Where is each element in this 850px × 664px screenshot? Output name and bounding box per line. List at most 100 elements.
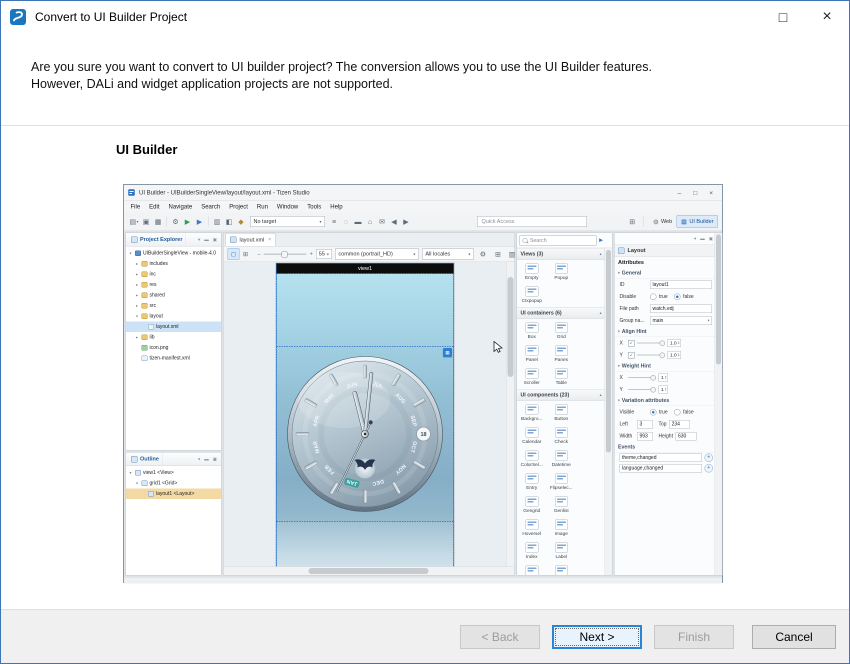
- menu-tools[interactable]: Tools: [303, 203, 326, 210]
- tree-item-src[interactable]: ▸src: [126, 301, 221, 312]
- group-events[interactable]: Events: [615, 442, 716, 453]
- file-path-field[interactable]: watch.edj: [650, 304, 712, 313]
- palette-item-index[interactable]: Index: [517, 540, 547, 563]
- tab-layout-xml[interactable]: layout.xml ×: [226, 233, 276, 246]
- tree-item-tizen-manifest-xml[interactable]: tizen-manifest.xml: [126, 353, 221, 364]
- id-field[interactable]: layout1: [650, 280, 712, 289]
- spin-down-icon[interactable]: ▾: [678, 343, 679, 345]
- group-align-hint[interactable]: ▾ Align Hint: [615, 327, 716, 338]
- editor-settings-icon[interactable]: ⚙: [477, 248, 489, 260]
- mail-icon[interactable]: ✉: [376, 216, 388, 228]
- menu-search[interactable]: Search: [197, 203, 225, 210]
- grid-cell-watch[interactable]: JANFEBMARAPRMAYJUNJULAUGSEPOCTNOVDEC: [277, 347, 454, 522]
- view-menu-icon[interactable]: ▾: [198, 456, 200, 462]
- tree-item-lib[interactable]: ▸lib: [126, 332, 221, 343]
- target-combo[interactable]: No target ▾: [250, 216, 325, 227]
- disable-false-radio[interactable]: [674, 293, 681, 300]
- tree-expander-icon[interactable]: ▸: [135, 262, 140, 267]
- tree-expander-icon[interactable]: ▾: [135, 314, 140, 319]
- palette-item-gengrid[interactable]: Gengrid: [517, 494, 547, 517]
- tree-item-includes[interactable]: ▸includes: [126, 259, 221, 270]
- zoom-slider-thumb[interactable]: [282, 252, 288, 258]
- palette-item-entry[interactable]: Entry: [517, 471, 547, 494]
- tree-item-layout-xml[interactable]: layout.xml: [126, 322, 221, 333]
- align-y-checkbox[interactable]: ✓: [628, 352, 635, 359]
- group-variation[interactable]: ▾ Variation attributes: [615, 396, 716, 407]
- weight-x-value[interactable]: 1 ▴▾: [659, 374, 668, 382]
- resolution-combo[interactable]: common (portrait_HD) ▾: [335, 249, 419, 260]
- palette-item-panes[interactable]: Panes: [547, 343, 577, 366]
- menu-file[interactable]: File: [126, 203, 145, 210]
- app-minimize-icon[interactable]: –: [678, 189, 682, 197]
- zoom-value[interactable]: 55 ▾: [316, 249, 332, 259]
- close-icon[interactable]: ×: [805, 1, 849, 33]
- palette-item-datetime[interactable]: Datetime: [547, 448, 577, 471]
- minimize-view-icon[interactable]: ▬: [204, 237, 209, 243]
- maximize-view-icon[interactable]: ▣: [213, 456, 217, 462]
- weight-y-slider[interactable]: [628, 386, 656, 393]
- app-close-icon[interactable]: ×: [709, 189, 713, 197]
- remote-explorer-icon[interactable]: ≡: [328, 216, 340, 228]
- align-y-slider[interactable]: [637, 352, 665, 359]
- scrollbar-thumb[interactable]: [508, 277, 514, 377]
- tree-item-inc[interactable]: ▸inc: [126, 269, 221, 280]
- properties-scrollbar[interactable]: [715, 233, 723, 575]
- zoom-in-icon[interactable]: +: [310, 251, 313, 257]
- palette-item-check[interactable]: Check: [547, 425, 577, 448]
- grid-layout-toggle-icon[interactable]: ⊞: [240, 248, 252, 260]
- menu-edit[interactable]: Edit: [145, 203, 164, 210]
- cancel-button[interactable]: Cancel: [752, 625, 836, 649]
- build-icon[interactable]: ⚙: [170, 216, 182, 228]
- palette-item-panel[interactable]: Panel: [517, 343, 547, 366]
- tree-item-icon-png[interactable]: icon.png: [126, 343, 221, 354]
- palette-item-ctxpopup[interactable]: Ctxpopup: [517, 284, 547, 307]
- certificate-manager-icon[interactable]: ◆: [235, 216, 247, 228]
- save-all-icon[interactable]: ▦: [152, 216, 164, 228]
- locale-combo[interactable]: All locales ▾: [422, 249, 474, 260]
- app-maximize-icon[interactable]: □: [693, 189, 697, 197]
- palette-scrollbar[interactable]: [605, 248, 613, 575]
- palette-item-scroller[interactable]: Scroller: [517, 366, 547, 389]
- palette-item-backgro[interactable]: Backgro...: [517, 402, 547, 425]
- palette-item-empty[interactable]: Empty: [517, 261, 547, 284]
- group-general[interactable]: ▾ General: [615, 268, 716, 279]
- forward-nav-icon[interactable]: ▶: [400, 216, 412, 228]
- height-field[interactable]: 630: [675, 432, 696, 441]
- maximize-view-icon[interactable]: ▣: [213, 237, 217, 243]
- align-x-slider[interactable]: [637, 340, 665, 347]
- device-manager-icon[interactable]: ▥: [211, 216, 223, 228]
- perspective-ui-builder[interactable]: ▦UI Builder: [677, 215, 718, 228]
- palette-item-popup[interactable]: Popup: [547, 261, 577, 284]
- menu-run[interactable]: Run: [252, 203, 272, 210]
- quick-access-input[interactable]: Quick Access: [477, 216, 587, 227]
- palette-item-layout[interactable]: Layout: [517, 563, 547, 576]
- menu-help[interactable]: Help: [326, 203, 347, 210]
- emulator-manager-icon[interactable]: ◧: [223, 216, 235, 228]
- palette-item-image[interactable]: Image: [547, 517, 577, 540]
- tree-expander-icon[interactable]: ▸: [135, 283, 140, 288]
- maximize-icon[interactable]: □: [761, 1, 805, 33]
- minimize-view-icon[interactable]: ▬: [204, 456, 209, 462]
- zoom-out-icon[interactable]: –: [258, 251, 261, 257]
- top-field[interactable]: 234: [669, 420, 690, 429]
- align-x-value[interactable]: 1.0 ▴▾: [668, 339, 681, 347]
- spin-down-icon[interactable]: ▾: [665, 378, 666, 380]
- event-field-language-changed[interactable]: language,changed: [620, 464, 703, 473]
- scrollbar-thumb[interactable]: [716, 235, 721, 365]
- palette-item-colorsel[interactable]: ColorSel...: [517, 448, 547, 471]
- add-event-button[interactable]: +: [705, 454, 714, 463]
- tree-expander-icon[interactable]: ▸: [135, 293, 140, 298]
- visible-true-radio[interactable]: [650, 409, 657, 416]
- debug-icon[interactable]: ▶: [194, 216, 206, 228]
- grid-cell-top[interactable]: [277, 274, 454, 347]
- tree-item-layout[interactable]: ▾layout: [126, 311, 221, 322]
- menu-window[interactable]: Window: [272, 203, 302, 210]
- view-menu-icon[interactable]: ▾: [694, 236, 696, 242]
- tree-expander-icon[interactable]: ▾: [128, 471, 133, 476]
- design-screen[interactable]: view1: [276, 263, 454, 567]
- palette-item-hoversel[interactable]: Hoversel: [517, 517, 547, 540]
- guides-icon[interactable]: ⊞: [492, 248, 504, 260]
- close-icon[interactable]: ×: [268, 237, 271, 243]
- minimize-view-icon[interactable]: ▬: [700, 236, 705, 242]
- tree-expander-icon[interactable]: ▸: [135, 335, 140, 340]
